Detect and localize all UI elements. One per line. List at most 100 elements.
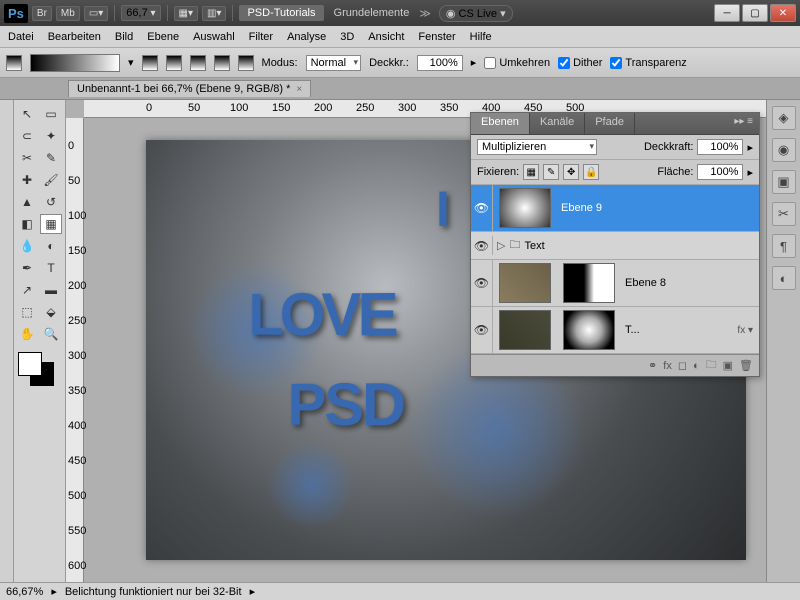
reverse-checkbox[interactable]: Umkehren xyxy=(484,57,550,69)
opacity-input[interactable]: 100% xyxy=(417,55,463,71)
menu-ebene[interactable]: Ebene xyxy=(147,31,179,43)
visibility-icon[interactable]: 👁 xyxy=(471,236,493,255)
foreground-color[interactable] xyxy=(18,352,42,376)
layer-style-icon[interactable]: fx xyxy=(663,360,672,372)
cslive-button[interactable]: ◉ CS Live ▾ xyxy=(439,5,513,22)
fill-input[interactable]: 100% xyxy=(697,164,743,180)
layers-dock-icon[interactable]: ◈ xyxy=(772,106,796,130)
menu-datei[interactable]: Datei xyxy=(8,31,34,43)
crop-tool[interactable]: ✂ xyxy=(16,148,38,168)
swatches-dock-icon[interactable]: ◐ xyxy=(772,266,796,290)
move-tool[interactable]: ↖ xyxy=(16,104,38,124)
shape-tool[interactable]: ▬ xyxy=(40,280,62,300)
layer-opacity-input[interactable]: 100% xyxy=(697,139,743,155)
marquee-tool[interactable]: ▭ xyxy=(40,104,62,124)
layer-mask-icon[interactable]: ◻ xyxy=(678,359,687,372)
blend-mode-select[interactable]: Normal xyxy=(306,55,361,71)
gradient-type-angle[interactable] xyxy=(190,55,206,71)
menu-3d[interactable]: 3D xyxy=(340,31,354,43)
layer-name[interactable]: Ebene 9 xyxy=(557,202,759,214)
new-group-icon[interactable]: 🗀 xyxy=(706,356,717,375)
close-tab-icon[interactable]: × xyxy=(296,84,302,95)
hand-tool[interactable]: ✋ xyxy=(16,324,38,344)
blur-tool[interactable]: 💧 xyxy=(16,236,38,256)
layer-mask-thumbnail[interactable] xyxy=(563,263,615,303)
link-layers-icon[interactable]: ⚭ xyxy=(648,359,657,372)
wand-tool[interactable]: ✦ xyxy=(40,126,62,146)
gradient-type-reflected[interactable] xyxy=(214,55,230,71)
group-name[interactable]: Text xyxy=(520,240,759,252)
gradient-tool[interactable]: ▦ xyxy=(40,214,62,234)
gradient-tool-icon[interactable] xyxy=(6,55,22,71)
styles-dock-icon[interactable]: ▣ xyxy=(772,170,796,194)
history-dock-icon[interactable]: ¶ xyxy=(772,234,796,258)
menu-analyse[interactable]: Analyse xyxy=(287,31,326,43)
zoom-menu[interactable]: 66,7 ▾ xyxy=(121,5,160,21)
chevron-right-icon[interactable]: ≫ xyxy=(419,7,431,20)
adjustments-dock-icon[interactable]: ✂ xyxy=(772,202,796,226)
menu-ansicht[interactable]: Ansicht xyxy=(368,31,404,43)
status-zoom[interactable]: 66,67% xyxy=(6,586,43,598)
menu-bild[interactable]: Bild xyxy=(115,31,133,43)
gradient-type-linear[interactable] xyxy=(142,55,158,71)
lock-transparent-icon[interactable]: ▦ xyxy=(523,164,539,180)
menu-filter[interactable]: Filter xyxy=(249,31,273,43)
delete-layer-icon[interactable]: 🗑 xyxy=(739,359,753,372)
stamp-tool[interactable]: ▲ xyxy=(16,192,38,212)
layer-thumbnail[interactable] xyxy=(499,188,551,228)
3d-camera-tool[interactable]: ⬙ xyxy=(40,302,62,322)
arrange-docs-button[interactable]: ▥▾ xyxy=(202,6,226,21)
type-tool[interactable]: T xyxy=(40,258,62,278)
view-extras-button[interactable]: ▦▾ xyxy=(174,6,198,21)
brush-tool[interactable]: 🖌 xyxy=(40,170,62,190)
pen-tool[interactable]: ✒ xyxy=(16,258,38,278)
layer-item[interactable]: 👁 Ebene 9 xyxy=(471,185,759,232)
layer-item[interactable]: 👁 Ebene 8 xyxy=(471,260,759,307)
eyedropper-tool[interactable]: ✎ xyxy=(40,148,62,168)
maximize-button[interactable]: ▢ xyxy=(742,4,768,22)
gradient-type-radial[interactable] xyxy=(166,55,182,71)
bridge-button[interactable]: Br xyxy=(32,6,52,21)
lasso-tool[interactable]: ⊂ xyxy=(16,126,38,146)
tab-pfade[interactable]: Pfade xyxy=(585,113,635,134)
layer-name[interactable]: Ebene 8 xyxy=(621,277,759,289)
layer-thumbnail[interactable] xyxy=(499,310,551,350)
workspace-sub[interactable]: Grundelemente xyxy=(328,5,416,21)
tab-kanale[interactable]: Kanäle xyxy=(530,113,585,134)
tab-ebenen[interactable]: Ebenen xyxy=(471,113,530,134)
new-layer-icon[interactable]: ▣ xyxy=(723,359,733,372)
visibility-icon[interactable]: 👁 xyxy=(471,307,493,353)
dither-checkbox[interactable]: Dither xyxy=(558,57,602,69)
heal-tool[interactable]: ✚ xyxy=(16,170,38,190)
3d-tool[interactable]: ⬚ xyxy=(16,302,38,322)
layer-mask-thumbnail[interactable] xyxy=(563,310,615,350)
close-button[interactable]: ✕ xyxy=(770,4,796,22)
layer-thumbnail[interactable] xyxy=(499,263,551,303)
gradient-type-diamond[interactable] xyxy=(238,55,254,71)
path-tool[interactable]: ↗ xyxy=(16,280,38,300)
visibility-icon[interactable]: 👁 xyxy=(471,260,493,306)
panel-menu-icon[interactable]: ▸▸ ≡ xyxy=(728,113,759,134)
history-brush-tool[interactable]: ↺ xyxy=(40,192,62,212)
gradient-preview[interactable] xyxy=(30,54,120,72)
visibility-icon[interactable]: 👁 xyxy=(471,185,493,231)
document-tab[interactable]: Unbenannt-1 bei 66,7% (Ebene 9, RGB/8) *… xyxy=(68,80,311,97)
adjustment-layer-icon[interactable]: ◐ xyxy=(693,360,700,372)
menu-hilfe[interactable]: Hilfe xyxy=(470,31,492,43)
lock-pixels-icon[interactable]: ✎ xyxy=(543,164,559,180)
zoom-tool[interactable]: 🔍 xyxy=(40,324,62,344)
minimize-button[interactable]: ─ xyxy=(714,4,740,22)
workspace-main[interactable]: PSD-Tutorials xyxy=(239,5,323,21)
transparency-checkbox[interactable]: Transparenz xyxy=(610,57,686,69)
minibridge-button[interactable]: Mb xyxy=(56,6,80,21)
layer-group[interactable]: 👁 ▷ 🗀 Text xyxy=(471,232,759,260)
menu-bearbeiten[interactable]: Bearbeiten xyxy=(48,31,101,43)
menu-auswahl[interactable]: Auswahl xyxy=(193,31,235,43)
layer-name[interactable]: T... xyxy=(621,324,737,336)
color-dock-icon[interactable]: ◉ xyxy=(772,138,796,162)
layer-blend-select[interactable]: Multiplizieren xyxy=(477,139,597,155)
lock-position-icon[interactable]: ✥ xyxy=(563,164,579,180)
dodge-tool[interactable]: ◐ xyxy=(40,236,62,256)
expand-icon[interactable]: ▷ xyxy=(497,239,505,252)
eraser-tool[interactable]: ◧ xyxy=(16,214,38,234)
